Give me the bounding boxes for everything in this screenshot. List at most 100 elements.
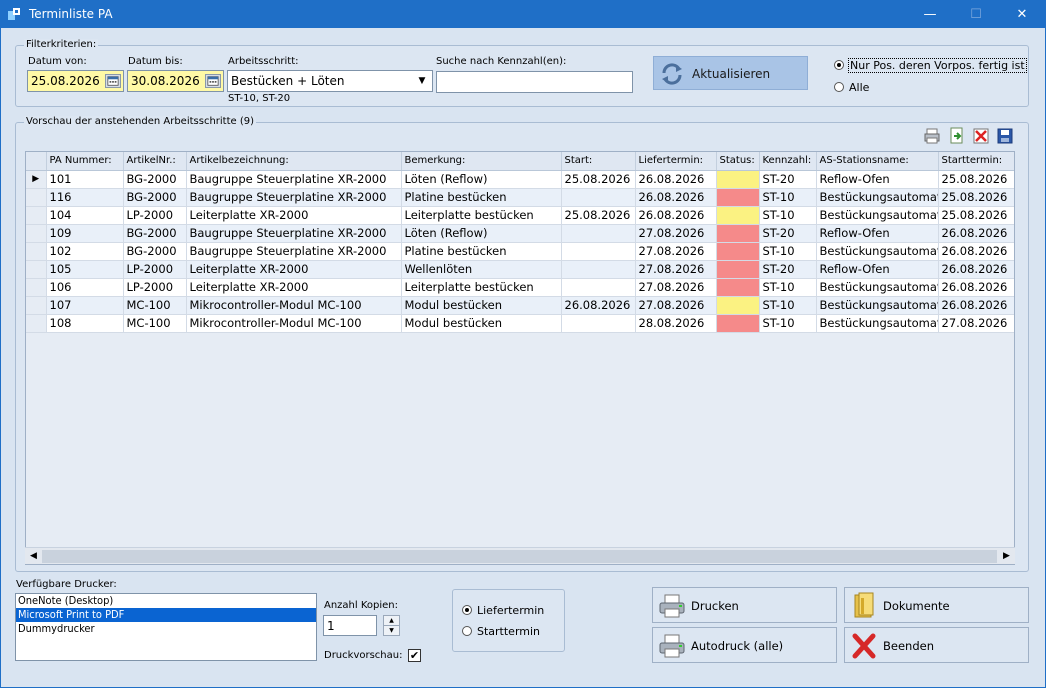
scroll-right-icon[interactable]: ▶ (998, 548, 1015, 565)
calendar-icon[interactable] (205, 74, 221, 88)
radio-starttermin[interactable]: Starttermin (462, 625, 540, 638)
refresh-icon (662, 63, 682, 85)
table-row[interactable]: 105 LP-2000 Leiterplatte XR-2000 Wellenlöte… (26, 260, 1014, 279)
table-row[interactable]: 104 LP-2000 Leiterplatte XR-2000 Leiterplat… (26, 206, 1014, 225)
scroll-left-icon[interactable]: ◀ (25, 548, 42, 565)
printer-item[interactable]: OneNote (Desktop) (16, 594, 316, 608)
table-row[interactable]: 102 BG-2000 Baugruppe Steuerplatine XR-200… (26, 242, 1014, 261)
row-selector[interactable] (26, 278, 47, 297)
date-to-field[interactable]: 30.08.2026 (127, 70, 224, 92)
article-name-cell: Mikrocontroller-Modul MC-100 (186, 314, 402, 333)
table-row[interactable]: 109 BG-2000 Baugruppe Steuerplatine XR-200… (26, 224, 1014, 243)
preview-grid[interactable]: PA Nummer: ArtikelNr.: Artikelbezeichnun… (25, 151, 1015, 565)
radio-all[interactable]: Alle (834, 81, 869, 94)
station-cell: Reflow-Ofen (816, 260, 939, 279)
export-icon[interactable] (948, 127, 966, 145)
app-icon (8, 8, 20, 20)
chevron-down-icon[interactable]: ▼ (414, 73, 430, 89)
table-row[interactable]: 106 LP-2000 Leiterplatte XR-2000 Leiterplat… (26, 278, 1014, 297)
article-name-cell: Leiterplatte XR-2000 (186, 260, 402, 279)
radio-liefertermin[interactable]: Liefertermin (462, 604, 544, 617)
remark-cell: Modul bestücken (401, 296, 562, 315)
start-date-cell: 25.08.2026 (938, 206, 1014, 225)
table-row[interactable]: 108 MC-100 Mikrocontroller-Modul MC-100 Mod… (26, 314, 1014, 333)
title-bar: Terminliste PA — ☐ ✕ (1, 1, 1045, 28)
documents-button-label: Dokumente (883, 599, 950, 613)
printer-listbox[interactable]: OneNote (Desktop) Microsoft Print to PDF… (15, 593, 317, 661)
row-selector[interactable] (26, 296, 47, 315)
close-button[interactable]: ✕ (999, 1, 1045, 28)
minimize-button[interactable]: — (907, 1, 953, 28)
column-header[interactable]: Artikelbezeichnung: (186, 152, 402, 171)
search-input[interactable] (436, 71, 633, 93)
row-selector[interactable] (26, 314, 47, 333)
station-cell: Bestückungsautomat (816, 296, 939, 315)
table-row[interactable]: 116 BG-2000 Baugruppe Steuerplatine XR-200… (26, 188, 1014, 207)
print-button[interactable]: Drucken (652, 587, 837, 623)
radio-liefertermin-label: Liefertermin (477, 604, 545, 617)
printer-item-selected[interactable]: Microsoft Print to PDF (16, 608, 316, 622)
horizontal-scrollbar[interactable]: ◀ ▶ (25, 547, 1015, 564)
column-header[interactable]: Liefertermin: (635, 152, 717, 171)
save-icon[interactable] (996, 127, 1014, 145)
status-cell (716, 170, 760, 189)
radio-only-prev[interactable]: Nur Pos. deren Vorpos. fertig ist (834, 58, 1027, 73)
printer-item[interactable]: Dummydrucker (16, 622, 316, 636)
pa-number-cell: 108 (46, 314, 124, 333)
main-window: Terminliste PA — ☐ ✕ Filterkriterien: Da… (0, 0, 1046, 688)
start-date-cell: 26.08.2026 (938, 260, 1014, 279)
column-header[interactable]: AS-Stationsname: (816, 152, 939, 171)
row-selector[interactable] (26, 206, 47, 225)
delivery-date-cell: 27.08.2026 (635, 278, 717, 297)
table-row[interactable]: ▶ 101 BG-2000 Baugruppe Steuerplatine XR-20… (26, 170, 1014, 189)
table-row[interactable]: 107 MC-100 Mikrocontroller-Modul MC-100 Mod… (26, 296, 1014, 315)
delete-icon[interactable] (972, 127, 990, 145)
column-header[interactable]: Status: (716, 152, 760, 171)
station-cell: Bestückungsautomat (816, 314, 939, 333)
start-date-cell: 26.08.2026 (938, 296, 1014, 315)
column-header[interactable]: PA Nummer: (46, 152, 124, 171)
remark-cell: Wellenlöten (401, 260, 562, 279)
preview-table: PA Nummer: ArtikelNr.: Artikelbezeichnun… (26, 152, 1014, 333)
delivery-date-cell: 27.08.2026 (635, 260, 717, 279)
date-from-field[interactable]: 25.08.2026 (27, 70, 124, 92)
printer-icon[interactable] (923, 127, 941, 145)
column-header[interactable]: Start: (561, 152, 636, 171)
copies-spinner[interactable]: ▲ ▼ (383, 615, 400, 636)
article-number-cell: BG-2000 (123, 224, 187, 243)
start-cell: 26.08.2026 (561, 296, 636, 315)
exit-button[interactable]: Beenden (844, 627, 1029, 663)
remark-cell: Leiterplatte bestücken (401, 206, 562, 225)
preview-checkbox[interactable]: ✔ (408, 649, 421, 662)
row-selector[interactable] (26, 188, 47, 207)
autoprint-button[interactable]: Autodruck (alle) (652, 627, 837, 663)
column-header[interactable]: Bemerkung: (401, 152, 562, 171)
article-number-cell: BG-2000 (123, 188, 187, 207)
close-icon (852, 633, 876, 659)
refresh-button[interactable]: Aktualisieren (653, 56, 808, 90)
column-header[interactable]: ArtikelNr.: (123, 152, 187, 171)
station-cell: Reflow-Ofen (816, 170, 939, 189)
copies-input[interactable]: 1 (323, 615, 377, 636)
step-combobox[interactable]: Bestücken + Löten ▼ (227, 70, 433, 92)
maximize-button[interactable]: ☐ (953, 1, 999, 28)
article-number-cell: LP-2000 (123, 206, 187, 225)
calendar-icon[interactable] (105, 74, 121, 88)
spin-up-icon[interactable]: ▲ (384, 616, 399, 626)
spin-down-icon[interactable]: ▼ (384, 626, 399, 635)
remark-cell: Modul bestücken (401, 314, 562, 333)
start-date-cell: 26.08.2026 (938, 224, 1014, 243)
row-selector[interactable] (26, 260, 47, 279)
row-selector[interactable] (26, 242, 47, 261)
scrollbar-thumb[interactable] (42, 550, 997, 563)
row-selector[interactable]: ▶ (26, 170, 47, 189)
radio-starttermin-label: Starttermin (477, 625, 541, 638)
article-number-cell: LP-2000 (123, 260, 187, 279)
column-header[interactable]: Starttermin: (938, 152, 1014, 171)
column-header[interactable] (26, 152, 47, 171)
column-header[interactable]: Kennzahl: (759, 152, 817, 171)
radio-dot (462, 626, 472, 636)
row-selector[interactable] (26, 224, 47, 243)
status-cell (716, 206, 760, 225)
documents-button[interactable]: Dokumente (844, 587, 1029, 623)
